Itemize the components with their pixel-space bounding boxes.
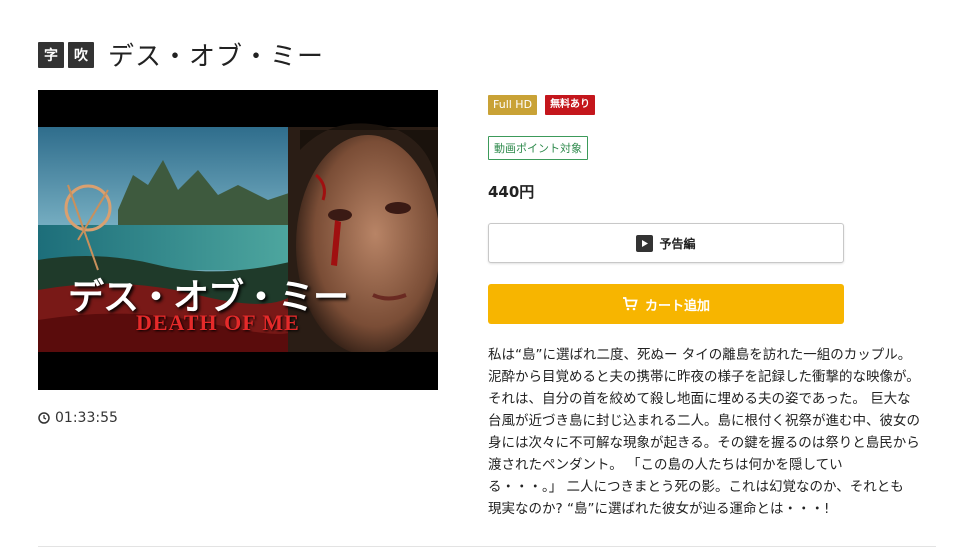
trailer-button[interactable]: 予告編 [488,223,844,263]
title-row: 字 吹 デス・オブ・ミー [38,36,324,73]
cart-icon [622,297,638,311]
trailer-button-label: 予告編 [659,236,696,251]
thumbnail-art [38,90,438,390]
synopsis: 私は“島”に選ばれ二度、死ぬー タイの離島を訪れた一組のカップル。 泥酔から目覚… [488,347,920,517]
tag-row: Full HD 無料あり [488,95,596,115]
video-thumbnail[interactable]: デス・オブ・ミー DEATH OF ME [38,90,438,390]
dubbed-badge: 吹 [68,41,94,68]
thumbnail-title-en: DEATH OF ME [136,310,300,335]
page-title: デス・オブ・ミー [108,42,325,72]
play-icon [636,234,654,252]
full-hd-badge: Full HD [488,95,538,115]
duration: 01:33:55 [38,410,118,426]
clock-icon [38,412,50,424]
subtitle-badge: 字 [38,41,64,68]
cart-button-label: カート追加 [644,298,710,314]
price: 440円 [488,183,535,201]
free-badge: 無料あり [545,95,596,115]
points-eligible-badge: 動画ポイント対象 [488,136,588,160]
add-to-cart-button[interactable]: カート追加 [488,284,844,324]
divider [38,546,936,547]
duration-value: 01:33:55 [55,410,118,426]
